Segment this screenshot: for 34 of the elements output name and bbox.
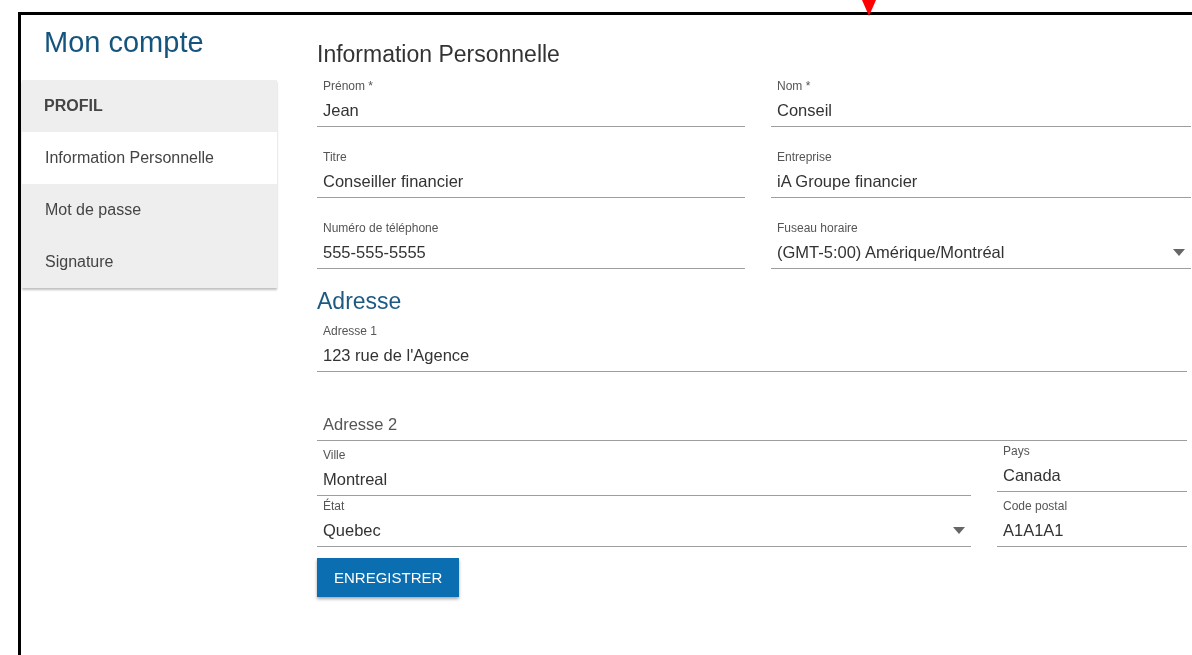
- save-button[interactable]: ENREGISTRER: [317, 558, 460, 597]
- field-label: Entreprise: [776, 149, 833, 165]
- text-field[interactable]: Adresse 2: [317, 408, 1187, 441]
- field-label: Pays: [1002, 443, 1031, 459]
- field-label: Prénom *: [322, 78, 375, 94]
- text-field[interactable]: Jean: [317, 94, 745, 127]
- field-label: Nom *: [776, 78, 812, 94]
- field-label: État: [322, 498, 346, 514]
- text-field[interactable]: Conseil: [771, 94, 1191, 127]
- page-title: Mon compte: [44, 25, 205, 60]
- triangle-marker-icon: [860, 0, 878, 16]
- section-heading: Information Personnelle: [317, 40, 561, 68]
- dropdown-field[interactable]: Quebec: [317, 514, 971, 547]
- field-label: Titre: [322, 149, 348, 165]
- field-label: Adresse 1: [322, 323, 379, 339]
- dropdown-field[interactable]: (GMT-5:00) Amérique/Montréal: [771, 236, 1191, 269]
- text-field[interactable]: iA Groupe financier: [771, 165, 1191, 198]
- field-label: Fuseau horaire: [776, 220, 859, 236]
- text-field[interactable]: Canada: [997, 459, 1187, 492]
- sidebar-item[interactable]: Signature: [22, 236, 277, 288]
- field-label: Code postal: [1002, 498, 1069, 514]
- sidebar-item[interactable]: Information Personnelle: [22, 132, 277, 184]
- text-field[interactable]: Montreal: [317, 463, 971, 496]
- caret-icon: [953, 526, 965, 534]
- field-label: Ville: [322, 447, 347, 463]
- text-field[interactable]: A1A1A1: [997, 514, 1187, 547]
- section-heading: Adresse: [317, 287, 403, 315]
- section-header: PROFIL: [43, 96, 104, 116]
- text-field[interactable]: 123 rue de l'Agence: [317, 339, 1187, 372]
- text-field[interactable]: Conseiller financier: [317, 165, 745, 198]
- sidebar-item[interactable]: Mot de passe: [22, 184, 277, 236]
- text-field[interactable]: 555-555-5555: [317, 236, 745, 269]
- field-label: Numéro de téléphone: [322, 220, 440, 236]
- caret-icon: [1173, 248, 1185, 256]
